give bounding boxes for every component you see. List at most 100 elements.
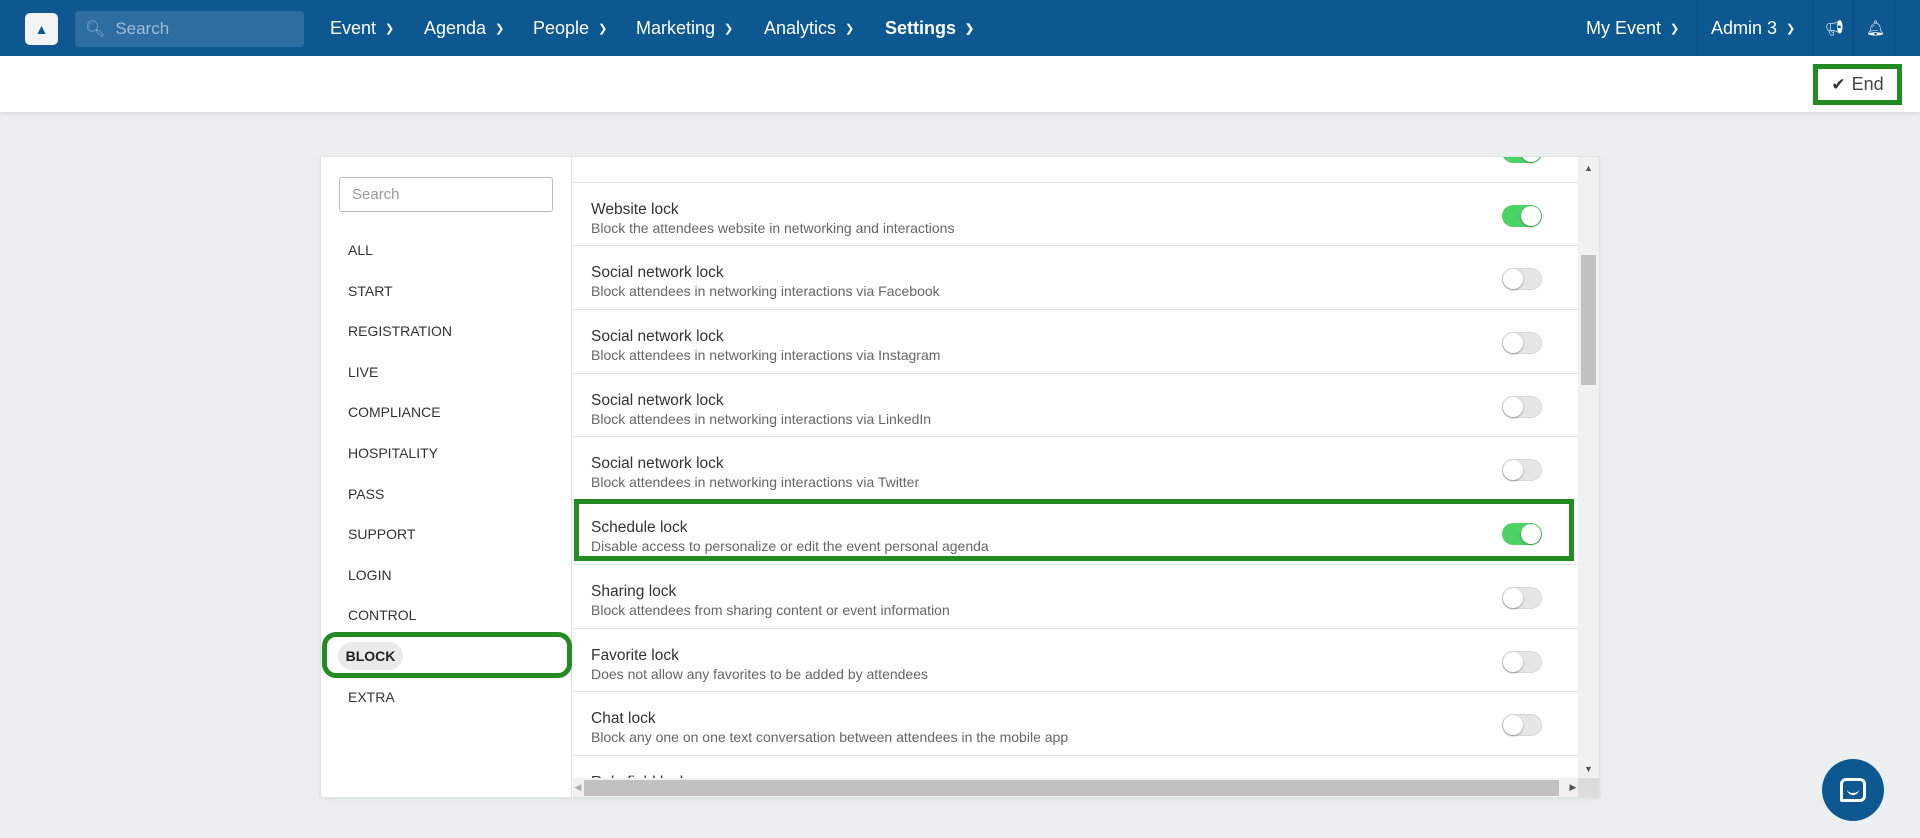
global-search[interactable]: 🔍︎ Search [75,11,304,47]
toggle-switch[interactable] [1502,395,1542,418]
scroll-left-icon[interactable]: ◀ [573,778,583,797]
scroll-thumb[interactable] [1581,255,1596,385]
setting-description: Block attendees in networking interactio… [591,283,940,300]
sidebar-item-all[interactable]: ALL [348,242,373,258]
scroll-right-icon[interactable]: ▶ [1568,778,1578,797]
chevron-down-icon: ❯ [724,22,734,35]
setting-title: Chat lock [591,710,656,728]
setting-title: Social network lock [591,391,724,409]
sidebar-item-login[interactable]: LOGIN [348,567,392,583]
action-bar [0,56,1920,112]
user-label: Admin 3 [1711,17,1778,38]
sidebar-item-extra[interactable]: EXTRA [348,689,395,705]
scroll-up-icon[interactable]: ▲ [1578,159,1599,177]
setting-row: Sharing lock Block attendees from sharing… [573,565,1578,629]
setting-row: Social network lock Block attendees in ne… [573,437,1578,502]
nav-people[interactable]: People ❯ [533,0,607,56]
divider [1853,0,1854,56]
setting-row: Social network lock Block attendees in ne… [573,246,1578,311]
my-event-label: My Event [1586,17,1662,38]
setting-row: Block the phone of attendees, including … [573,157,1578,183]
setting-description: Block attendees in networking interactio… [591,347,941,364]
nav-settings[interactable]: Settings ❯ [885,0,974,56]
user-menu[interactable]: Admin 3 ❯ [1711,0,1795,56]
setting-description: Block the attendees website in networkin… [591,219,955,236]
toggle-switch[interactable] [1502,459,1542,482]
sidebar-item-compliance[interactable]: COMPLIANCE [348,404,441,420]
setting-title: Favorite lock [591,646,679,664]
chevron-down-icon: ❯ [495,22,505,35]
settings-panel: Search ALL START REGISTRATION LIVE COMPLIANC… [320,156,1600,798]
sidebar-item-hospitality[interactable]: HOSPITALITY [348,445,438,461]
divider [1812,0,1813,56]
chevron-down-icon: ❯ [845,22,855,35]
setting-description: Block attendees from sharing content or … [591,601,950,618]
end-button[interactable]: ✔ End [1813,64,1902,105]
settings-list: Block the phone of attendees, including … [573,157,1578,778]
horizontal-scrollbar[interactable]: ◀ ▶ [573,778,1578,797]
sidebar-item-registration[interactable]: REGISTRATION [348,323,452,339]
nav-analytics[interactable]: Analytics ❯ [764,0,854,56]
scroll-corner [1578,778,1599,797]
chat-icon [1840,778,1866,802]
category-sidebar: Search ALL START REGISTRATION LIVE COMPLIANC… [321,157,572,797]
setting-description: Disable access to personalize or edit th… [591,538,989,555]
toggle-switch[interactable] [1502,714,1542,737]
toggle-switch[interactable] [1502,332,1542,355]
sidebar-item-support[interactable]: SUPPORT [348,526,415,542]
bell-icon[interactable]: 🔔︎ [1866,0,1885,56]
scroll-down-icon[interactable]: ▼ [1578,760,1599,778]
toggle-switch[interactable] [1502,650,1542,673]
megaphone-icon[interactable]: 📢︎ [1825,0,1844,56]
chevron-down-icon: ❯ [598,22,608,35]
chat-launcher-button[interactable] [1822,759,1884,821]
highlight-box [322,632,572,678]
toggle-switch[interactable] [1502,586,1542,609]
chevron-down-icon: ❯ [385,22,395,35]
divider [1894,0,1895,56]
setting-title: Social network lock [591,455,724,473]
chevron-down-icon: ❯ [1786,22,1796,35]
nav-label: Marketing [636,17,716,38]
setting-row: Schedule lock Disable access to personali… [573,501,1578,565]
setting-row: Social network lock Block attendees in ne… [573,310,1578,374]
nav-marketing[interactable]: Marketing ❯ [636,0,733,56]
setting-title: Social network lock [591,264,724,282]
sidebar-item-live[interactable]: LIVE [348,364,378,380]
toggle-switch[interactable] [1502,204,1542,227]
sidebar-item-control[interactable]: CONTROL [348,607,416,623]
nav-label: People [533,17,590,38]
search-icon: 🔍︎ [85,21,106,38]
search-placeholder: Search [115,19,170,38]
sidebar-item-pass[interactable]: PASS [348,486,384,502]
setting-row: Website lock Block the attendees website … [573,183,1578,247]
end-label: End [1851,74,1884,94]
setting-description: Block attendees in networking interactio… [591,474,920,491]
setting-title: Website lock [591,200,679,218]
setting-row: Social network lock Block attendees in ne… [573,374,1578,438]
toggle-switch[interactable] [1502,157,1542,163]
vertical-scrollbar[interactable]: ▲ ▼ [1578,157,1599,778]
app-logo[interactable]: ▲ [25,13,58,45]
scroll-thumb[interactable] [584,780,1559,796]
setting-row: Chat lock Block any one on one text conve… [573,692,1578,756]
toggle-switch[interactable] [1502,268,1542,291]
toggle-switch[interactable] [1502,523,1542,546]
sidebar-item-start[interactable]: START [348,283,393,299]
nav-label: Event [330,17,377,38]
nav-event[interactable]: Event ❯ [330,0,394,56]
category-search-input[interactable]: Search [339,177,553,212]
setting-description: Does not allow any favorites to be added… [591,665,928,682]
my-event-menu[interactable]: My Event ❯ [1586,0,1679,56]
nav-agenda[interactable]: Agenda ❯ [424,0,504,56]
nav-label: Agenda [424,17,487,38]
setting-row: Role field lock [573,756,1578,778]
divider [1697,0,1698,56]
nav-label: Analytics [764,17,837,38]
setting-description: Block any one on one text conversation b… [591,729,1069,746]
setting-title: Schedule lock [591,519,688,537]
setting-description: Block attendees in networking interactio… [591,410,932,427]
top-nav: ▲ 🔍︎ Search Event ❯ Agenda ❯ People ❯ Market… [0,0,1920,56]
chevron-down-icon: ❯ [1670,22,1680,35]
search-placeholder: Search [352,186,400,203]
